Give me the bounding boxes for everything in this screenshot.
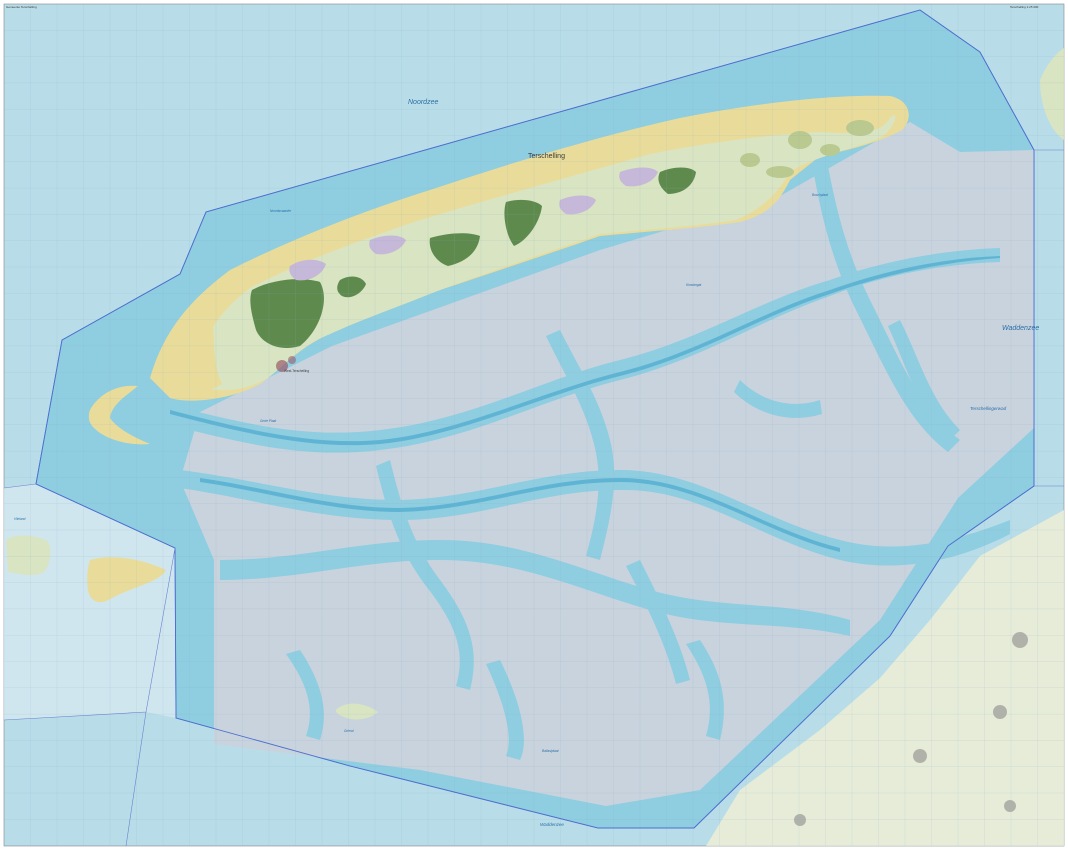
vlieland-island: [6, 535, 51, 576]
label-vlieland: Vlieland: [14, 517, 26, 521]
sheet-title: Gemeente Terschelling: [6, 5, 37, 9]
label-west-terschelling: West-Terschelling: [284, 369, 309, 373]
sheet-code: Terschelling 1:25 000: [1010, 5, 1039, 9]
label-waddenzee: Waddenzee: [1002, 325, 1039, 332]
label-waddenzee-bottom: Waddenzee: [540, 822, 564, 827]
label-noordzee: Noordzee: [408, 99, 438, 106]
label-terschellingerwad: Terschellingerwad: [970, 406, 1007, 411]
label-grote-plaat: Grote Plaat: [260, 419, 276, 423]
topographic-map: Noordzee Terschelling Waddenzee Terschel…: [3, 3, 1065, 847]
label-ballastplaat: Ballastplaat: [542, 749, 559, 753]
label-kimstergat: Kimstergat: [686, 283, 701, 287]
label-boschplaat: Boschplaat: [812, 193, 828, 197]
map-canvas: Noordzee Terschelling Waddenzee Terschel…: [0, 0, 1068, 850]
label-terschelling: Terschelling: [528, 153, 565, 160]
label-noordsvaarder: Noordsvaarder: [270, 209, 292, 213]
map-grid: [3, 3, 1065, 846]
label-griend: Griend: [344, 729, 354, 733]
